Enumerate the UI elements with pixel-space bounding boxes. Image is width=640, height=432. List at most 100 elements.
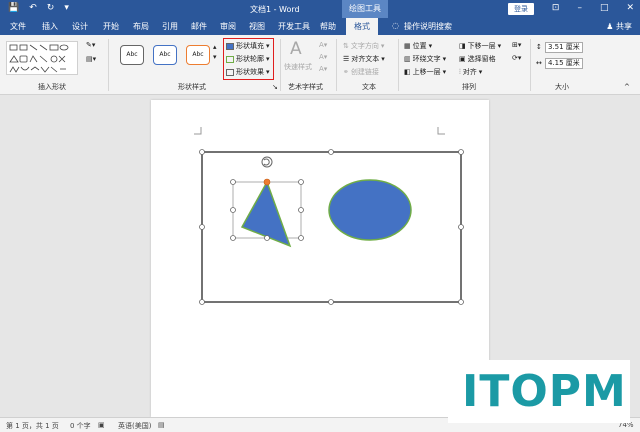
corner-mark-left xyxy=(194,127,202,135)
text-fill-button[interactable]: A▾ xyxy=(319,41,327,49)
quick-styles-icon[interactable]: A xyxy=(290,39,302,59)
person-icon: ♟ xyxy=(606,22,614,31)
text-outline-button[interactable]: A▾ xyxy=(319,53,327,61)
language[interactable]: 英语(美国) xyxy=(118,421,151,431)
wrap-text-button[interactable]: ▥ 环绕文字 ▾ xyxy=(404,54,446,64)
document-page[interactable] xyxy=(151,100,489,417)
create-link-button[interactable]: ⚭ 创建链接 xyxy=(343,67,379,77)
shape-fill-button[interactable]: 形状填充 ▾ xyxy=(226,41,270,51)
effect-icon xyxy=(226,68,234,76)
shape-style-1[interactable]: Abc xyxy=(120,45,144,65)
text-box-button[interactable]: ▤▾ xyxy=(86,55,96,63)
send-backward-button[interactable]: ◨ 下移一层 ▾ xyxy=(459,41,501,51)
shape-style-3[interactable]: Abc xyxy=(186,45,210,65)
share-label: 共享 xyxy=(616,22,632,31)
adjust-handle[interactable] xyxy=(263,178,271,186)
shape-outline-label: 形状轮廓 xyxy=(236,55,264,63)
tab-review[interactable]: 审阅 xyxy=(220,21,236,32)
bring-forward-button[interactable]: ◧ 上移一层 ▾ xyxy=(404,67,446,77)
edit-shape-button[interactable]: ✎▾ xyxy=(86,41,95,49)
canvas-handles[interactable] xyxy=(199,149,464,305)
group-label-wordart: 艺术字样式 xyxy=(288,83,323,91)
shape-outline-button[interactable]: 形状轮廓 ▾ xyxy=(226,54,270,64)
align-text-icon: ☰ xyxy=(343,55,350,63)
group-label-size: 大小 xyxy=(555,83,569,91)
maximize-icon[interactable]: □ xyxy=(600,3,609,13)
macro-icon[interactable]: ▤ xyxy=(158,421,165,429)
page-count[interactable]: 第 1 页，共 1 页 xyxy=(6,421,59,431)
login-button[interactable]: 登录 xyxy=(508,3,534,15)
selection-pane-icon: ▣ xyxy=(459,55,466,63)
wrap-text-label: 环绕文字 xyxy=(412,55,441,63)
lightbulb-icon: ◌ xyxy=(392,21,399,30)
rotate-icon[interactable]: ⟳▾ xyxy=(512,54,521,62)
tab-view[interactable]: 视图 xyxy=(249,21,265,32)
tab-home[interactable]: 开始 xyxy=(103,21,119,32)
position-icon: ▦ xyxy=(404,42,411,50)
text-direction-label: 文字方向 xyxy=(350,42,379,50)
height-field[interactable]: 3.51 厘米 xyxy=(545,42,583,53)
tab-insert[interactable]: 插入 xyxy=(42,21,58,32)
word-count[interactable]: 0 个字 xyxy=(70,421,91,431)
tab-references[interactable]: 引用 xyxy=(162,21,178,32)
share-button[interactable]: ♟ 共享 xyxy=(606,21,632,32)
text-direction-icon: ⇅ xyxy=(343,42,349,50)
pen-icon xyxy=(226,55,234,63)
tab-file[interactable]: 文件 xyxy=(10,21,26,32)
shape-style-2[interactable]: Abc xyxy=(153,45,177,65)
width-field[interactable]: 4.15 厘米 xyxy=(545,58,583,69)
styles-scroll-up[interactable]: ▴ xyxy=(213,43,217,51)
quick-styles-button[interactable]: 快速样式 xyxy=(284,62,312,72)
shape-effect-button[interactable]: 形状效果 ▾ xyxy=(226,67,270,77)
search-hint[interactable]: 操作说明搜索 xyxy=(404,21,452,32)
divider xyxy=(336,39,337,91)
ellipse-shape[interactable] xyxy=(328,179,412,241)
position-label: 位置 xyxy=(412,42,427,50)
tab-mailings[interactable]: 邮件 xyxy=(191,21,207,32)
align-label: 对齐 xyxy=(462,68,477,76)
edit-shape-icon: ✎▾ xyxy=(86,41,96,49)
bring-forward-label: 上移一层 xyxy=(412,68,441,76)
position-button[interactable]: ▦ 位置 ▾ xyxy=(404,41,432,51)
text-box-icon: ▤▾ xyxy=(86,55,97,63)
send-backward-icon: ◨ xyxy=(459,42,466,50)
rotate-handle-icon[interactable] xyxy=(261,156,273,168)
shape-gallery[interactable] xyxy=(6,41,78,75)
tab-developer[interactable]: 开发工具 xyxy=(278,21,310,32)
align-icon: ⫶ xyxy=(459,67,461,76)
tab-format[interactable]: 格式 xyxy=(346,18,378,35)
close-icon[interactable]: ✕ xyxy=(626,3,634,13)
group-objects-icon[interactable]: ⊞▾ xyxy=(512,41,521,49)
bring-forward-icon: ◧ xyxy=(404,68,411,76)
drawing-tools-context: 绘图工具 xyxy=(342,0,388,18)
align-text-button[interactable]: ☰ 对齐文本 ▾ xyxy=(343,54,385,64)
tab-help[interactable]: 帮助 xyxy=(320,21,336,32)
tab-layout[interactable]: 布局 xyxy=(133,21,149,32)
align-button[interactable]: ⫶ 对齐 ▾ xyxy=(459,67,482,77)
group-label-arrange: 排列 xyxy=(462,83,476,91)
undo-icon[interactable]: ↶ xyxy=(29,3,37,13)
drawing-canvas-frame[interactable] xyxy=(201,151,462,303)
customize-icon[interactable]: ▾ xyxy=(64,3,69,13)
link-icon: ⚭ xyxy=(343,68,349,76)
save-icon[interactable]: 💾 xyxy=(8,3,19,13)
proofing-icon[interactable]: ▣ xyxy=(98,421,105,429)
collapse-ribbon-icon[interactable]: ^ xyxy=(624,83,630,91)
group-label-shape-styles: 形状样式 xyxy=(178,83,206,91)
styles-scroll-down[interactable]: ▾ xyxy=(213,53,217,61)
text-effects-button[interactable]: A▾ xyxy=(319,65,327,73)
tab-design[interactable]: 设计 xyxy=(72,21,88,32)
wrap-text-icon: ▥ xyxy=(404,55,411,63)
text-direction-button[interactable]: ⇅ 文字方向 ▾ xyxy=(343,41,384,51)
redo-icon[interactable]: ↻ xyxy=(47,3,55,13)
divider xyxy=(530,39,531,91)
width-icon: ↔ xyxy=(536,59,542,67)
selection-pane-button[interactable]: ▣ 选择窗格 xyxy=(459,54,496,64)
paint-bucket-icon xyxy=(226,42,234,50)
ribbon-display-icon[interactable]: ⊡ xyxy=(552,3,560,13)
divider xyxy=(108,39,109,91)
minimize-icon[interactable]: – xyxy=(577,3,582,13)
align-text-label: 对齐文本 xyxy=(351,55,380,63)
shape-styles-launcher-icon[interactable]: ↘ xyxy=(272,83,278,91)
send-backward-label: 下移一层 xyxy=(467,42,496,50)
